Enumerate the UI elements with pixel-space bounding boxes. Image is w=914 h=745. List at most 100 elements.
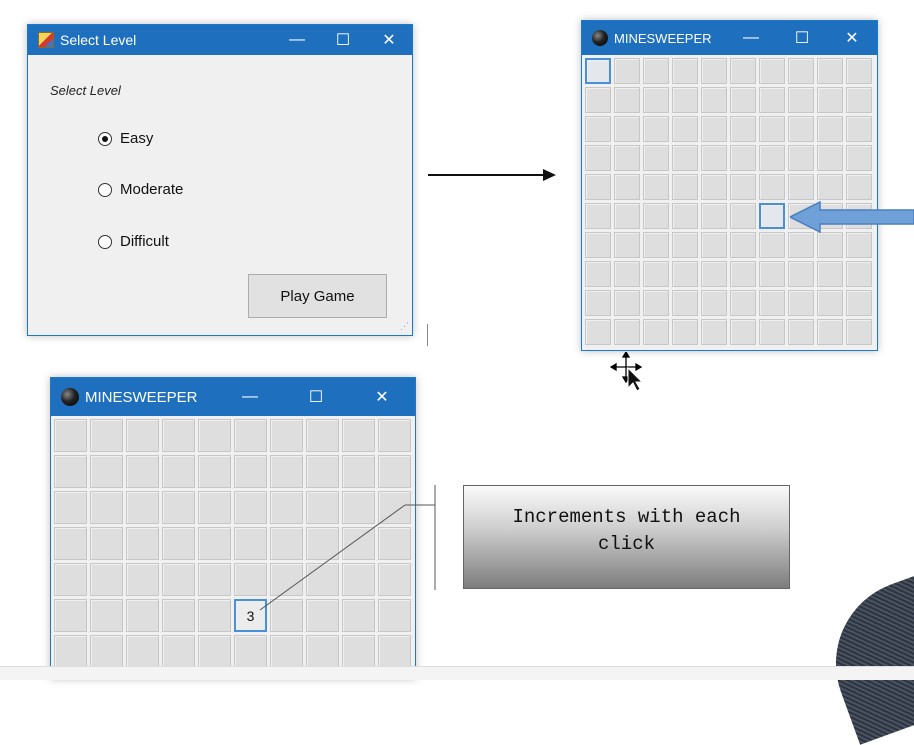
mine-cell[interactable] <box>643 145 669 171</box>
mine-cell[interactable] <box>270 419 303 452</box>
mine-cell[interactable] <box>270 635 303 668</box>
mine-cell[interactable] <box>614 290 640 316</box>
mine-cell[interactable] <box>162 491 195 524</box>
radio-moderate-indicator[interactable] <box>98 182 112 197</box>
mine-cell[interactable] <box>378 635 411 668</box>
radio-easy-label[interactable]: Easy <box>120 130 153 147</box>
mine-cell[interactable] <box>198 527 231 560</box>
mine-cell[interactable] <box>817 290 843 316</box>
mine-cell[interactable] <box>701 116 727 142</box>
mine-cell[interactable] <box>730 319 756 345</box>
mine-cell[interactable] <box>846 145 872 171</box>
radio-easy[interactable]: Easy <box>98 130 153 147</box>
mine-cell[interactable] <box>162 527 195 560</box>
mine-cell[interactable] <box>759 290 785 316</box>
mine-cell[interactable] <box>730 87 756 113</box>
mine-cell[interactable] <box>643 87 669 113</box>
mine-cell[interactable] <box>672 203 698 229</box>
maximize-button[interactable]: ☐ <box>777 23 827 53</box>
mine-cell[interactable] <box>788 116 814 142</box>
mine-cell[interactable] <box>585 290 611 316</box>
mine-cell[interactable] <box>234 635 267 668</box>
maximize-button[interactable]: ☐ <box>283 378 349 416</box>
mine-cell[interactable] <box>126 635 159 668</box>
mine-cell[interactable] <box>54 599 87 632</box>
mine-cell[interactable] <box>126 455 159 488</box>
radio-moderate-label[interactable]: Moderate <box>120 181 183 198</box>
mine-cell[interactable] <box>614 174 640 200</box>
mine-cell[interactable] <box>198 455 231 488</box>
mine-cell[interactable] <box>90 599 123 632</box>
mine-cell[interactable] <box>126 563 159 596</box>
play-game-button[interactable]: Play Game <box>248 274 387 318</box>
mine-cell[interactable] <box>759 174 785 200</box>
mine-cell[interactable] <box>672 174 698 200</box>
minimize-button[interactable]: — <box>274 25 320 55</box>
mine-cell[interactable] <box>198 419 231 452</box>
mine-cell[interactable] <box>788 58 814 84</box>
mine-cell[interactable] <box>614 319 640 345</box>
mine-cell[interactable] <box>614 116 640 142</box>
mine-cell[interactable] <box>701 174 727 200</box>
mine-cell[interactable] <box>730 203 756 229</box>
mine-cell[interactable] <box>342 419 375 452</box>
resize-grip-icon[interactable]: ⋰ <box>400 321 409 332</box>
mine-cell[interactable] <box>672 290 698 316</box>
mine-cell[interactable] <box>234 419 267 452</box>
mine-cell[interactable] <box>672 319 698 345</box>
mine-cell[interactable] <box>846 290 872 316</box>
mine-cell[interactable] <box>306 635 339 668</box>
mine-cell[interactable] <box>585 174 611 200</box>
mine-cell[interactable] <box>54 419 87 452</box>
maximize-button[interactable]: ☐ <box>320 25 366 55</box>
mine-cell[interactable] <box>643 319 669 345</box>
mine-cell[interactable] <box>730 232 756 258</box>
mine-cell[interactable] <box>817 174 843 200</box>
mine-cell[interactable] <box>672 261 698 287</box>
mine-cell[interactable] <box>614 203 640 229</box>
mine-cell[interactable] <box>614 87 640 113</box>
close-button[interactable]: ✕ <box>827 23 877 53</box>
mine-cell[interactable] <box>846 319 872 345</box>
mine-cell[interactable] <box>614 145 640 171</box>
mine-cell[interactable] <box>585 145 611 171</box>
mine-cell[interactable] <box>90 455 123 488</box>
mine-cell[interactable] <box>817 232 843 258</box>
mine-cell[interactable] <box>54 455 87 488</box>
mine-cell[interactable] <box>701 203 727 229</box>
mine-cell[interactable] <box>817 58 843 84</box>
mine-cell[interactable] <box>614 58 640 84</box>
mine-cell[interactable] <box>701 261 727 287</box>
radio-easy-indicator[interactable] <box>98 131 112 146</box>
mine-cell[interactable] <box>585 232 611 258</box>
mine-cell[interactable] <box>817 87 843 113</box>
mine-cell[interactable] <box>788 87 814 113</box>
mine-cell[interactable] <box>126 491 159 524</box>
mine-cell[interactable] <box>342 635 375 668</box>
mine-cell[interactable] <box>701 232 727 258</box>
mine-cell[interactable] <box>90 635 123 668</box>
mine-cell[interactable] <box>54 563 87 596</box>
mine-cell[interactable] <box>198 491 231 524</box>
mine-cell[interactable] <box>643 116 669 142</box>
mine-cell[interactable] <box>701 145 727 171</box>
mine-cell[interactable] <box>759 319 785 345</box>
mine-cell[interactable] <box>198 563 231 596</box>
radio-difficult[interactable]: Difficult <box>98 233 169 250</box>
mine-cell[interactable] <box>306 419 339 452</box>
minimize-button[interactable]: — <box>725 23 777 53</box>
mine-cell[interactable] <box>643 203 669 229</box>
mine-cell[interactable] <box>126 527 159 560</box>
mine-cell[interactable] <box>730 261 756 287</box>
mine-cell[interactable] <box>730 58 756 84</box>
mine-cell[interactable] <box>730 290 756 316</box>
mine-cell[interactable] <box>759 261 785 287</box>
mine-cell[interactable] <box>759 58 785 84</box>
close-button[interactable]: ✕ <box>366 25 412 55</box>
mine-cell[interactable] <box>162 455 195 488</box>
mine-cell[interactable] <box>54 491 87 524</box>
mine-cell[interactable] <box>54 635 87 668</box>
mine-cell[interactable] <box>701 290 727 316</box>
mine-cell[interactable] <box>585 116 611 142</box>
mine-cell[interactable] <box>788 261 814 287</box>
